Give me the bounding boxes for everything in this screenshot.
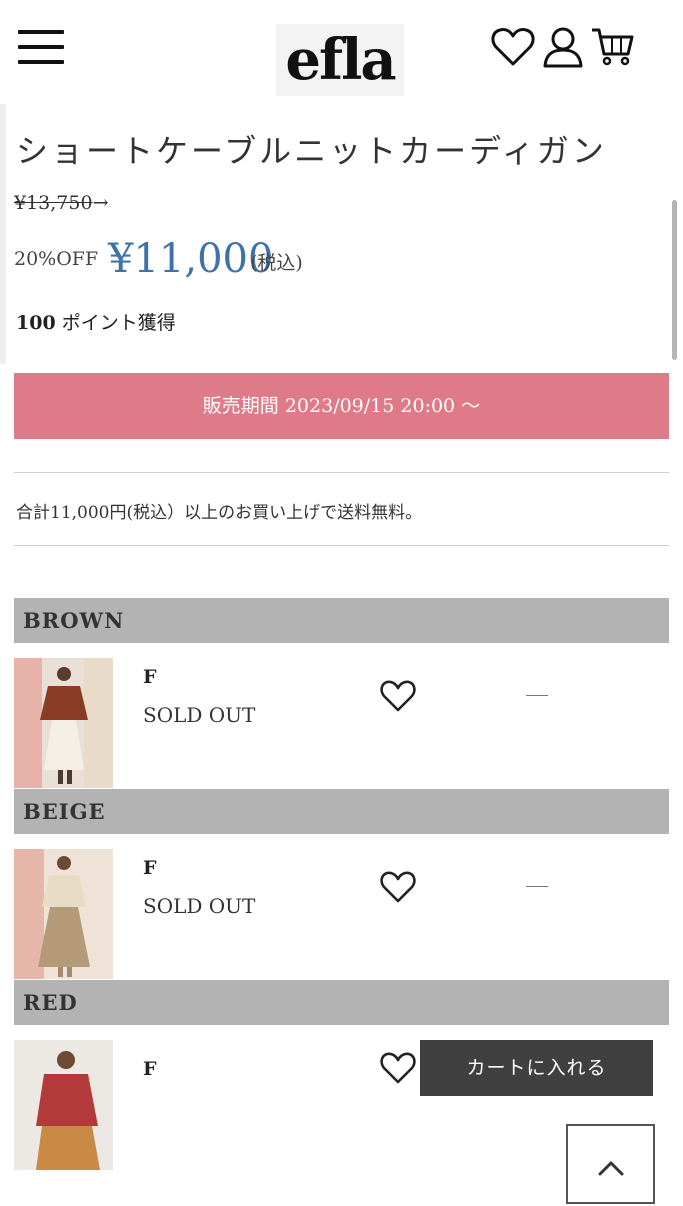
back-to-top-button[interactable] bbox=[566, 1124, 655, 1204]
size-label: F bbox=[143, 1058, 157, 1080]
sale-period-banner: 販売期間 2023/09/15 20:00 ～ bbox=[14, 373, 669, 439]
add-to-cart-button[interactable]: カートに入れる bbox=[420, 1040, 653, 1096]
free-shipping-note: 合計11,000円(税込）以上のお買い上げで送料無料。 bbox=[16, 503, 423, 523]
color-header-brown: BROWN bbox=[14, 598, 669, 643]
size-label: F bbox=[143, 666, 157, 688]
site-header: efla bbox=[0, 0, 683, 104]
discount-label: 20%OFF bbox=[14, 248, 99, 270]
size-label: F bbox=[143, 857, 157, 879]
color-name: BROWN bbox=[23, 608, 125, 633]
divider bbox=[14, 472, 669, 473]
price-arrow: → bbox=[92, 192, 109, 214]
chevron-up-icon bbox=[598, 1161, 624, 1176]
favorite-heart-icon[interactable] bbox=[380, 679, 416, 713]
favorite-heart-icon[interactable] bbox=[380, 1051, 416, 1085]
cart-unavailable-dash bbox=[526, 886, 548, 887]
original-price: ¥13,750→ bbox=[14, 192, 109, 214]
tax-note: (税込) bbox=[250, 252, 303, 274]
stock-status: SOLD OUT bbox=[143, 894, 256, 918]
color-header-red: RED bbox=[14, 980, 669, 1025]
points-earned: 100 ポイント獲得 bbox=[16, 308, 176, 335]
color-name: RED bbox=[23, 990, 78, 1015]
original-price-value: ¥13,750 bbox=[14, 192, 93, 214]
favorites-heart-icon[interactable] bbox=[490, 24, 536, 70]
color-name: BEIGE bbox=[23, 799, 106, 824]
product-thumbnail-brown[interactable] bbox=[14, 658, 113, 788]
product-title: ショートケーブルニットカーディガン bbox=[16, 132, 607, 170]
points-label: ポイント獲得 bbox=[61, 312, 176, 334]
site-logo[interactable]: efla bbox=[276, 24, 404, 96]
scrollbar[interactable] bbox=[672, 200, 677, 360]
points-value: 100 bbox=[16, 312, 56, 334]
cart-unavailable-dash bbox=[526, 695, 548, 696]
color-header-beige: BEIGE bbox=[14, 789, 669, 834]
cart-icon[interactable] bbox=[590, 24, 636, 70]
divider bbox=[14, 545, 669, 546]
product-thumbnail-beige[interactable] bbox=[14, 849, 113, 979]
page-edge-shadow bbox=[0, 104, 6, 364]
menu-icon[interactable] bbox=[18, 30, 64, 64]
product-thumbnail-red[interactable] bbox=[14, 1040, 113, 1170]
user-icon[interactable] bbox=[540, 24, 586, 70]
stock-status: SOLD OUT bbox=[143, 703, 256, 727]
favorite-heart-icon[interactable] bbox=[380, 870, 416, 904]
sale-price: ¥11,000 bbox=[108, 236, 274, 282]
